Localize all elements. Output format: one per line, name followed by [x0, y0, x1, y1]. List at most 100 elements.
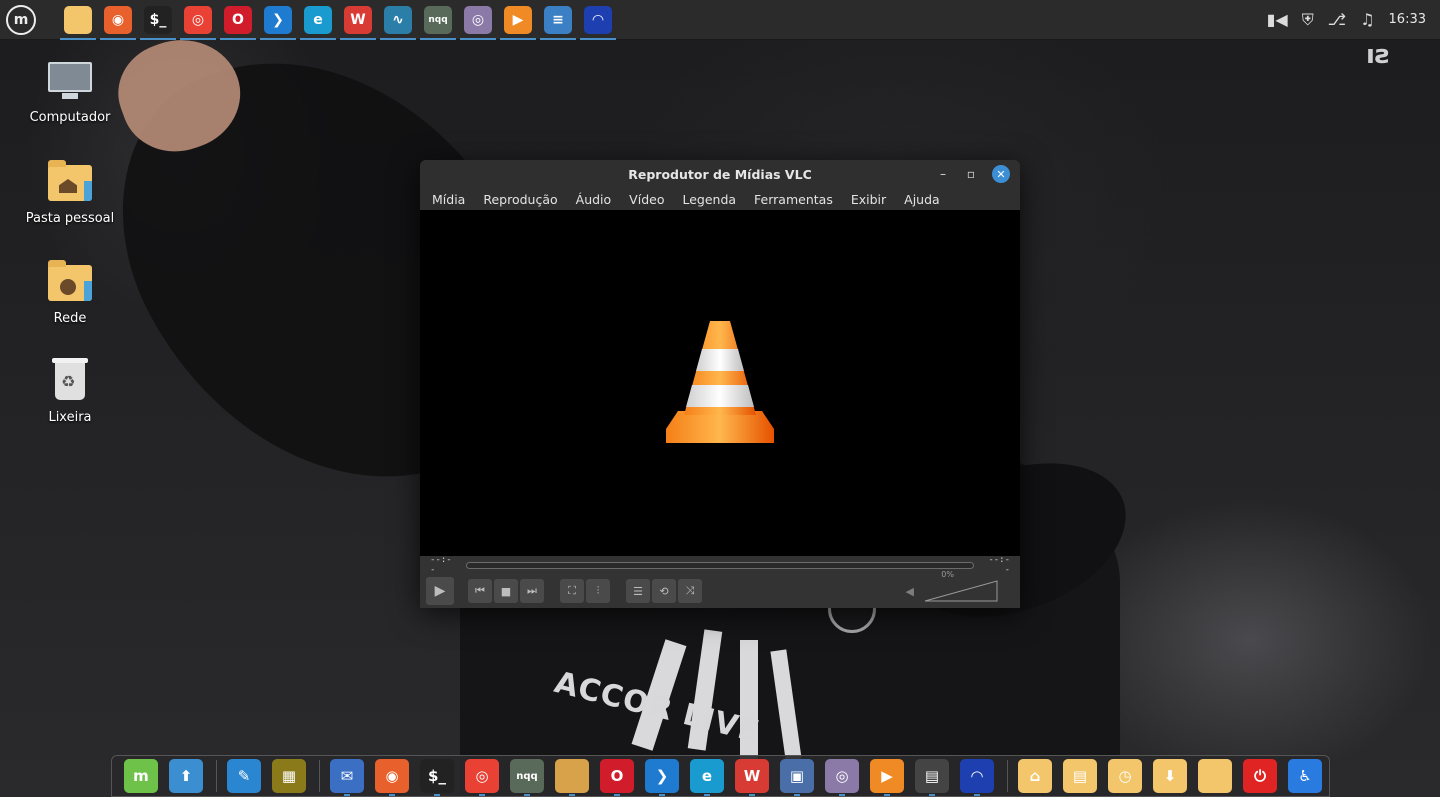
- window-controls: – ▫ ✕: [926, 164, 1010, 184]
- firefox-icon: ◉: [104, 5, 132, 34]
- network-icon[interactable]: ⎇: [1328, 10, 1346, 29]
- dock-item-video-editor[interactable]: ▤: [911, 756, 953, 796]
- dock-item-camera-app[interactable]: ◎: [821, 756, 863, 796]
- volume-slider[interactable]: [924, 580, 998, 602]
- shield-icon[interactable]: ⛨: [1302, 10, 1314, 30]
- menu-item-5[interactable]: Ferramentas: [754, 192, 833, 207]
- audacity-icon: ◠: [960, 759, 994, 793]
- wps-office-icon: W: [344, 5, 372, 34]
- panel-launcher-opera[interactable]: O: [218, 0, 258, 40]
- dock-item-text-editor[interactable]: ✎: [223, 756, 265, 796]
- network-folder-icon: [46, 257, 94, 305]
- dock-item-power[interactable]: ⏻: [1239, 756, 1281, 796]
- panel-launcher-folder[interactable]: [58, 0, 98, 40]
- extended-settings-button[interactable]: ⫶: [586, 579, 610, 603]
- video-area[interactable]: [420, 210, 1020, 556]
- close-button[interactable]: ✕: [992, 165, 1010, 183]
- next-button[interactable]: ⏭: [520, 579, 544, 603]
- stop-button[interactable]: ■: [494, 579, 518, 603]
- dock-separator: [1007, 760, 1008, 792]
- mint-menu-button[interactable]: m: [2, 0, 40, 40]
- desktop-icon-network[interactable]: Rede: [15, 257, 125, 326]
- fullscreen-button[interactable]: ⛶: [560, 579, 584, 603]
- panel-launcher-firefox[interactable]: ◉: [98, 0, 138, 40]
- edge-beta-icon: e: [304, 5, 332, 34]
- panel-launcher-app-grid[interactable]: ≡: [538, 0, 578, 40]
- playback-controls: --:-- --:-- ▶ ⏮ ■ ⏭ ⛶ ⫶ ☰ ⟲ ⤨ ◀ 0%: [420, 555, 1020, 608]
- nqq-icon: nqq: [424, 5, 452, 34]
- dock-item-audacity[interactable]: ◠: [956, 756, 998, 796]
- documents-folder-icon: ▤: [1063, 759, 1097, 793]
- panel-launcher-wps-office[interactable]: W: [338, 0, 378, 40]
- dock-item-firefox[interactable]: ◉: [371, 756, 413, 796]
- desktop-icon-home[interactable]: Pasta pessoal: [15, 157, 125, 226]
- menu-item-3[interactable]: Vídeo: [629, 192, 664, 207]
- maximize-button[interactable]: ▫: [960, 164, 982, 184]
- minimize-button[interactable]: –: [932, 164, 954, 184]
- dock-item-documents-folder[interactable]: ▤: [1059, 756, 1101, 796]
- panel-launcher-audacity[interactable]: ◠: [578, 0, 618, 40]
- dock-item-files[interactable]: [551, 756, 593, 796]
- panel-launcher-terminal[interactable]: $_: [138, 0, 178, 40]
- dock-item-mint-menu[interactable]: m: [120, 756, 162, 796]
- panel-launcher-camera-app[interactable]: ◎: [458, 0, 498, 40]
- desktop-icon-computer[interactable]: Computador: [15, 56, 125, 125]
- vlc-titlebar[interactable]: Reprodutor de Mídias VLC – ▫ ✕: [420, 160, 1020, 188]
- seek-bar[interactable]: [466, 561, 974, 569]
- wps-office-icon: W: [735, 759, 769, 793]
- dock-item-folder[interactable]: [1194, 756, 1236, 796]
- dock-item-image-viewer[interactable]: ▦: [268, 756, 310, 796]
- dock-item-opera[interactable]: O: [596, 756, 638, 796]
- loop-button[interactable]: ⟲: [652, 579, 676, 603]
- playlist-button[interactable]: ☰: [626, 579, 650, 603]
- volume-icon[interactable]: ◀: [906, 585, 914, 598]
- previous-button[interactable]: ⏮: [468, 579, 492, 603]
- dock-item-nqq[interactable]: nqq: [506, 756, 548, 796]
- panel-launcher-system-monitor[interactable]: ∿: [378, 0, 418, 40]
- dock-item-media-player[interactable]: ▶: [866, 756, 908, 796]
- top-panel: m ◉ $_ ◎ O ❯ e W ∿ nqq ◎ ▶ ≡ ◠ ▮◀ ⛨ ⎇ ♫ 16:33: [0, 0, 1440, 40]
- dock-item-wps-office[interactable]: W: [731, 756, 773, 796]
- firefox-icon: ◉: [375, 759, 409, 793]
- vscode-icon: ❯: [264, 5, 292, 34]
- dock-item-terminal[interactable]: $_: [416, 756, 458, 796]
- dock-item-chrome[interactable]: ◎: [461, 756, 503, 796]
- media-player-icon: ▶: [504, 5, 532, 34]
- panel-launcher-chrome[interactable]: ◎: [178, 0, 218, 40]
- system-tray: ▮◀ ⛨ ⎇ ♫ 16:33: [1253, 0, 1440, 40]
- dock-item-home-folder[interactable]: ⌂: [1014, 756, 1056, 796]
- sound-icon[interactable]: ♫: [1360, 10, 1374, 29]
- panel-launcher-vscode[interactable]: ❯: [258, 0, 298, 40]
- camera-indicator-icon[interactable]: ▮◀: [1267, 10, 1288, 29]
- clock[interactable]: 16:33: [1389, 12, 1426, 27]
- dock-item-mail[interactable]: ✉: [326, 756, 368, 796]
- menu-item-7[interactable]: Ajuda: [904, 192, 940, 207]
- vlc-window: Reprodutor de Mídias VLC – ▫ ✕ Mídia Repr…: [420, 160, 1020, 608]
- dock-item-downloads-folder[interactable]: ⬇: [1149, 756, 1191, 796]
- window-title: Reprodutor de Mídias VLC: [628, 166, 812, 182]
- play-button[interactable]: ▶: [426, 577, 454, 605]
- shuffle-button[interactable]: ⤨: [678, 579, 702, 603]
- dock-item-virtualbox[interactable]: ▣: [776, 756, 818, 796]
- menu-item-0[interactable]: Mídia: [432, 192, 465, 207]
- menu-item-2[interactable]: Áudio: [576, 192, 612, 207]
- files-icon: [555, 759, 589, 793]
- computer-icon: [46, 56, 94, 104]
- panel-launcher-edge-beta[interactable]: e: [298, 0, 338, 40]
- video-editor-icon: ▤: [915, 759, 949, 793]
- panel-launcher-media-player[interactable]: ▶: [498, 0, 538, 40]
- menu-item-1[interactable]: Reprodução: [483, 192, 557, 207]
- desktop-icon-trash[interactable]: ♻ Lixeira: [15, 356, 125, 425]
- menu-item-4[interactable]: Legenda: [682, 192, 736, 207]
- dock-item-update-manager[interactable]: ⬆: [165, 756, 207, 796]
- dock-item-accessibility[interactable]: ♿: [1284, 756, 1326, 796]
- opera-icon: O: [224, 5, 252, 34]
- dock-item-recent-folder[interactable]: ◷: [1104, 756, 1146, 796]
- menu-item-6[interactable]: Exibir: [851, 192, 886, 207]
- total-time: --:--: [988, 555, 1010, 575]
- panel-launcher-nqq[interactable]: nqq: [418, 0, 458, 40]
- dock-item-edge-beta[interactable]: e: [686, 756, 728, 796]
- nqq-icon: nqq: [510, 759, 544, 793]
- audacity-icon: ◠: [584, 5, 612, 34]
- dock-item-vscode[interactable]: ❯: [641, 756, 683, 796]
